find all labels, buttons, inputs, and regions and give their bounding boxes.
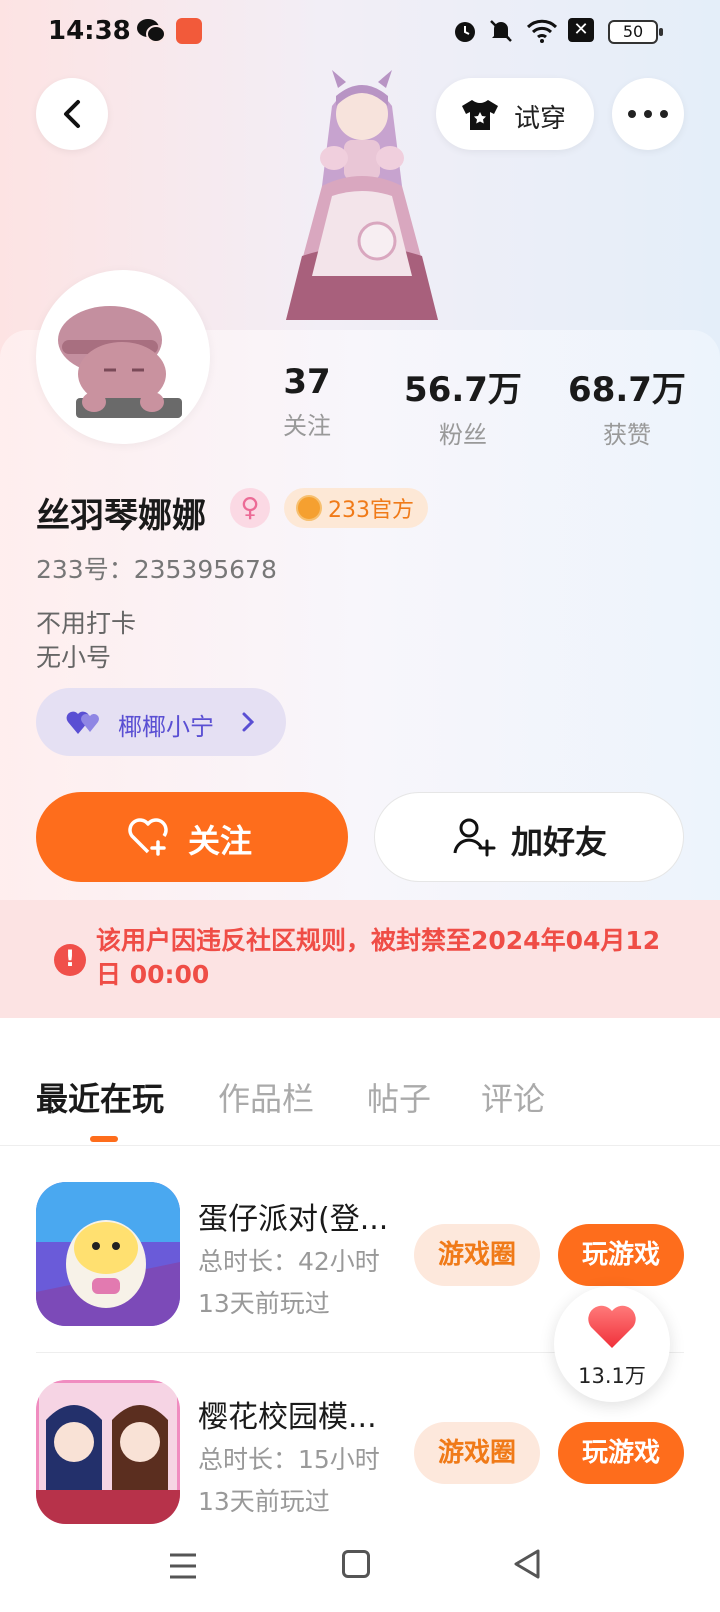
game-name: 蛋仔派对(登... bbox=[198, 1202, 389, 1237]
follow-label: 关注 bbox=[188, 822, 253, 860]
alarm-icon bbox=[455, 22, 475, 42]
double-heart-icon bbox=[66, 711, 99, 734]
stat-likes[interactable]: 68.7万 获赞 bbox=[562, 362, 692, 450]
home-icon[interactable] bbox=[342, 1550, 370, 1578]
game-duration: 总时长：15小时 bbox=[198, 1445, 380, 1474]
eggy-party-game-image bbox=[36, 1182, 180, 1326]
official-badge[interactable]: 233官方 bbox=[284, 488, 428, 528]
chevron-right-icon bbox=[242, 712, 255, 732]
play-game-button[interactable]: 玩游戏 bbox=[558, 1224, 684, 1286]
user-id: 233号：235395678 bbox=[36, 555, 277, 584]
menu-icon[interactable] bbox=[168, 1552, 198, 1580]
likes-label: 获赞 bbox=[603, 421, 651, 449]
game-duration: 总时长：42小时 bbox=[198, 1247, 380, 1276]
fans-label: 粉丝 bbox=[439, 421, 487, 449]
heart-plus-icon bbox=[128, 818, 168, 856]
bio-line: 无小号 bbox=[36, 643, 112, 672]
tab-recently-played[interactable]: 最近在玩 bbox=[36, 1074, 164, 1120]
wifi-icon bbox=[526, 19, 558, 43]
official-badge-label: 233官方 bbox=[328, 498, 414, 523]
divider bbox=[0, 1145, 720, 1146]
add-user-icon bbox=[453, 818, 496, 857]
back-button[interactable] bbox=[36, 78, 108, 150]
game-circle-button[interactable]: 游戏圈 bbox=[414, 1224, 540, 1286]
follow-button[interactable]: 关注 bbox=[36, 792, 348, 882]
game-icon[interactable] bbox=[36, 1380, 180, 1524]
add-friend-label: 加好友 bbox=[511, 823, 608, 861]
ban-notice-text: 该用户因违反社区规则，被封禁至2024年04月12日 00:00 bbox=[96, 926, 661, 989]
tab-comments[interactable]: 评论 bbox=[481, 1074, 545, 1120]
game-circle-button[interactable]: 游戏圈 bbox=[414, 1422, 540, 1484]
following-count: 37 bbox=[283, 362, 331, 402]
more-icon bbox=[628, 110, 668, 118]
heart-icon bbox=[588, 1305, 636, 1348]
likes-count: 68.7万 bbox=[568, 370, 686, 410]
play-game-button[interactable]: 玩游戏 bbox=[558, 1422, 684, 1484]
battery-icon: 50 bbox=[608, 20, 663, 44]
active-tab-indicator bbox=[90, 1136, 118, 1142]
tab-works[interactable]: 作品栏 bbox=[218, 1074, 314, 1120]
wechat-icon bbox=[137, 19, 166, 43]
ban-notice-banner: ! 该用户因违反社区规则，被封禁至2024年04月12日 00:00 bbox=[0, 900, 720, 1018]
chevron-left-icon bbox=[64, 100, 80, 128]
game-icon[interactable] bbox=[36, 1182, 180, 1326]
cp-chip-label: 椰椰小宁 bbox=[118, 713, 214, 741]
game-last-played: 13天前玩过 bbox=[198, 1487, 330, 1516]
shirt-icon bbox=[462, 100, 498, 130]
app-icon bbox=[176, 18, 202, 44]
stat-following[interactable]: 37 关注 bbox=[242, 362, 372, 441]
fans-count: 56.7万 bbox=[404, 370, 522, 410]
avatar-image bbox=[40, 274, 206, 440]
avatar-character-illustration bbox=[286, 70, 438, 320]
tab-posts[interactable]: 帖子 bbox=[367, 1074, 431, 1120]
game-last-played: 13天前玩过 bbox=[198, 1289, 330, 1318]
game-name: 樱花校园模... bbox=[198, 1400, 377, 1435]
sakura-school-game-image bbox=[36, 1380, 180, 1524]
like-floating-button[interactable]: 13.1万 bbox=[554, 1286, 670, 1402]
mute-icon bbox=[490, 20, 512, 42]
cp-relation-chip[interactable]: 椰椰小宁 bbox=[36, 688, 286, 756]
back-triangle-icon[interactable] bbox=[512, 1548, 542, 1580]
official-seal-icon bbox=[296, 495, 322, 521]
system-navigation-bar bbox=[0, 1524, 720, 1612]
sim-x-icon: ✕ bbox=[568, 18, 594, 42]
status-time: 14:38 bbox=[48, 16, 131, 46]
female-gender-icon: ♀ bbox=[230, 488, 270, 528]
game-list-item[interactable]: 樱花校园模... 总时长：15小时 13天前玩过 游戏圈 玩游戏 bbox=[0, 1380, 720, 1530]
username: 丝羽琴娜娜 bbox=[36, 496, 206, 536]
stat-fans[interactable]: 56.7万 粉丝 bbox=[398, 362, 528, 450]
following-label: 关注 bbox=[283, 412, 331, 440]
like-count: 13.1万 bbox=[578, 1364, 646, 1388]
warning-icon: ! bbox=[54, 944, 86, 976]
status-bar: 14:38 ✕ 50 bbox=[0, 0, 720, 64]
try-on-label: 试穿 bbox=[514, 104, 567, 134]
add-friend-button[interactable]: 加好友 bbox=[374, 792, 684, 882]
more-button[interactable] bbox=[612, 78, 684, 150]
user-avatar[interactable] bbox=[36, 270, 210, 444]
bio-line: 不用打卡 bbox=[36, 609, 137, 638]
